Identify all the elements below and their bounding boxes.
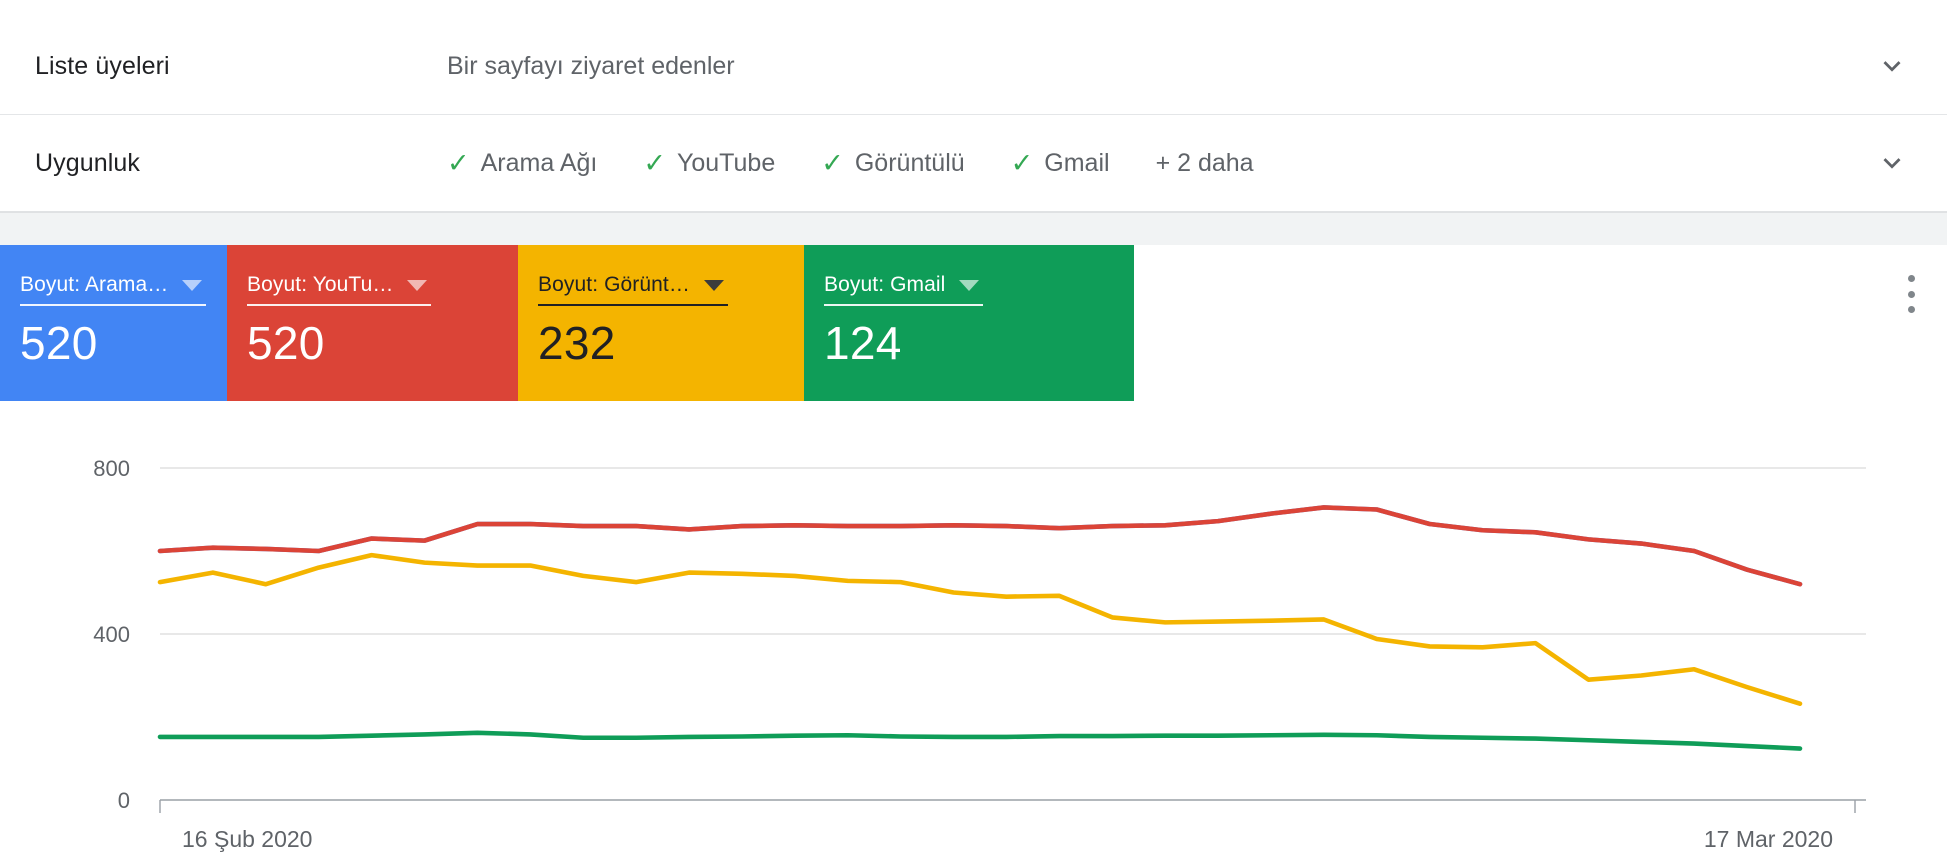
y-axis-tick-label: 0: [118, 788, 130, 813]
y-axis-tick-label: 400: [93, 622, 130, 647]
eligibility-chip-gmail: ✓ Gmail: [1011, 149, 1110, 178]
more-vert-icon[interactable]: [1893, 272, 1929, 316]
chart-canvas: 0 400 800 16 Şub 2020 17 Mar 2020: [93, 456, 1866, 852]
performance-chart: 0 400 800 16 Şub 2020 17 Mar 2020: [0, 401, 1947, 853]
chart-series-line: [157, 505, 1803, 587]
metric-card-selector[interactable]: Boyut: Arama…: [20, 273, 207, 306]
check-icon: ✓: [447, 147, 470, 178]
caret-down-icon: [959, 279, 980, 291]
metric-card-title: Boyut: Arama…: [20, 273, 169, 296]
section-divider-band: [0, 212, 1947, 245]
caret-down-icon: [703, 279, 724, 291]
eligibility-chip-label: Görüntülü: [854, 148, 965, 177]
check-icon: ✓: [643, 147, 666, 178]
attribute-row-list-members: Liste üyeleri Bir sayfayı ziyaret edenle…: [0, 18, 1947, 115]
dot: [1907, 290, 1915, 298]
metric-card-value: 520: [20, 317, 98, 369]
attribute-label-list-members: Liste üyeleri: [35, 51, 170, 80]
metric-card-selector[interactable]: Boyut: Görünt…: [538, 273, 728, 306]
chart-series-line: [157, 552, 1803, 707]
metric-card-value: 232: [538, 317, 616, 369]
chevron-down-icon[interactable]: [1875, 49, 1909, 83]
metric-card-value: 124: [824, 317, 902, 369]
metric-card-gmail[interactable]: Boyut: Gmail 124: [804, 245, 1134, 401]
chart-series-line: [157, 730, 1803, 751]
eligibility-chip-display: ✓ Görüntülü: [821, 149, 964, 178]
x-axis-tick-label: 16 Şub 2020: [182, 826, 312, 852]
chart-series-line: [157, 505, 1803, 587]
caret-down-icon: [407, 279, 428, 291]
metric-card-selector[interactable]: Boyut: Gmail: [824, 273, 984, 306]
caret-down-icon: [182, 279, 203, 291]
x-axis-tick-label: 17 Mar 2020: [1704, 826, 1833, 852]
attribute-label-eligibility: Uygunluk: [35, 148, 141, 177]
chevron-down-icon[interactable]: [1875, 146, 1909, 180]
eligibility-chip-label: Arama Ağı: [480, 148, 598, 177]
y-axis-tick-label: 800: [93, 456, 130, 481]
eligibility-chip-list: ✓ Arama Ağı ✓ YouTube ✓ Görüntülü ✓ Gmai…: [447, 149, 1254, 178]
metric-card-selector[interactable]: Boyut: YouTu…: [247, 273, 432, 306]
metric-card-display[interactable]: Boyut: Görünt… 232: [518, 245, 804, 401]
metric-card-title: Boyut: Gmail: [824, 273, 946, 296]
dot: [1907, 275, 1915, 282]
audience-details-panel: Liste üyeleri Bir sayfayı ziyaret edenle…: [0, 0, 1947, 853]
metric-card-title: Boyut: Görünt…: [538, 273, 690, 296]
eligibility-chip-youtube: ✓ YouTube: [643, 149, 775, 178]
metric-card-title: Boyut: YouTu…: [247, 273, 394, 296]
metric-card-search[interactable]: Boyut: Arama… 520: [0, 245, 227, 401]
attribute-value-list-members: Bir sayfayı ziyaret edenler: [447, 51, 735, 80]
eligibility-chip-label: YouTube: [676, 148, 776, 177]
dot: [1907, 306, 1915, 313]
check-icon: ✓: [821, 147, 844, 178]
metric-card-strip: Boyut: Arama… 520 Boyut: YouTu… 520 Boyu…: [0, 245, 1134, 401]
metric-card-value: 520: [247, 317, 325, 369]
eligibility-chip-search: ✓ Arama Ağı: [447, 149, 597, 178]
eligibility-more-link[interactable]: + 2 daha: [1156, 149, 1254, 178]
eligibility-chip-label: Gmail: [1044, 148, 1110, 177]
check-icon: ✓: [1010, 147, 1034, 178]
metric-card-youtube[interactable]: Boyut: YouTu… 520: [227, 245, 518, 401]
attribute-row-eligibility: Uygunluk ✓ Arama Ağı ✓ YouTube ✓ Görüntü…: [0, 115, 1947, 212]
